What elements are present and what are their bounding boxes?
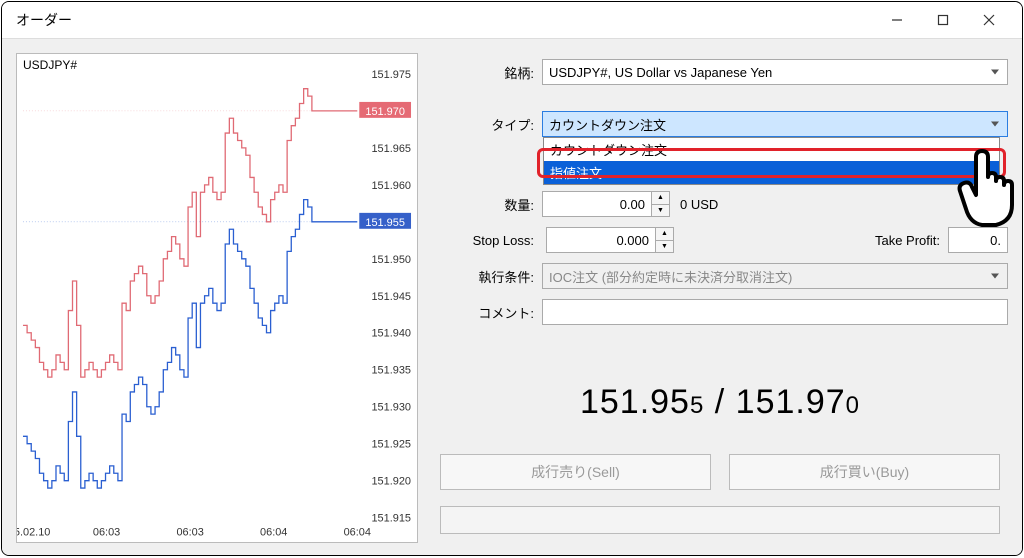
svg-text:2025.02.10: 2025.02.10 (17, 527, 50, 539)
type-option-limit[interactable]: 指値注文 (544, 161, 999, 184)
svg-text:151.925: 151.925 (371, 439, 411, 451)
order-window: オーダー USDJPY# 151.915 151.920 151.925 151.93… (1, 1, 1023, 556)
exec-label: 執行条件: (432, 267, 542, 286)
bid-price-sub: 5 (690, 392, 704, 419)
svg-text:151.960: 151.960 (371, 180, 411, 192)
svg-text:151.930: 151.930 (371, 402, 411, 414)
type-select[interactable]: カウントダウン注文 (542, 111, 1008, 137)
price-display: 151.955 / 151.970 (432, 383, 1008, 422)
sell-button[interactable]: 成行売り(Sell) (440, 454, 711, 490)
symbol-select[interactable]: USDJPY#, US Dollar vs Japanese Yen (542, 59, 1008, 85)
spin-up-icon[interactable]: ▲ (652, 192, 669, 205)
qty-input[interactable] (542, 191, 652, 217)
svg-text:151.915: 151.915 (371, 513, 411, 525)
minimize-button[interactable] (874, 2, 920, 38)
exec-select: IOC注文 (部分約定時に未決済分取消注文) (542, 263, 1008, 289)
sl-input[interactable] (546, 227, 656, 253)
svg-text:06:04: 06:04 (344, 527, 371, 539)
window-title: オーダー (16, 10, 72, 30)
ask-price-sub: 0 (846, 392, 860, 419)
sl-spinner[interactable]: ▲▼ (656, 227, 674, 253)
svg-text:151.955: 151.955 (365, 217, 405, 229)
maximize-button[interactable] (920, 2, 966, 38)
tp-input[interactable] (948, 227, 1008, 253)
symbol-label: 銘柄: (432, 63, 542, 82)
svg-text:151.920: 151.920 (371, 476, 411, 488)
type-option-countdown[interactable]: カウントダウン注文 (544, 138, 999, 161)
price-chart: 151.915 151.920 151.925 151.930 151.935 151.9… (17, 54, 417, 542)
type-dropdown[interactable]: カウントダウン注文 指値注文 (543, 137, 1000, 185)
spin-down-icon[interactable]: ▼ (652, 205, 669, 217)
comment-row: コメント: (432, 297, 1008, 327)
svg-text:06:03: 06:03 (176, 527, 203, 539)
chart-symbol-label: USDJPY# (23, 58, 77, 72)
sl-tp-row: Stop Loss: ▲▼ Take Profit: (432, 225, 1008, 255)
comment-label: コメント: (432, 303, 542, 322)
svg-text:06:03: 06:03 (93, 527, 120, 539)
price-sep: / (704, 383, 735, 421)
type-row: タイプ: カウントダウン注文 (432, 109, 1008, 139)
content: USDJPY# 151.915151.920151.925151.930151.… (2, 39, 1022, 556)
svg-text:151.975: 151.975 (371, 69, 411, 81)
svg-text:151.965: 151.965 (371, 143, 411, 155)
order-buttons: 成行売り(Sell) 成行買い(Buy) (440, 454, 1000, 490)
qty-suffix: 0 USD (670, 197, 718, 212)
window-controls (874, 2, 1012, 38)
chart-panel: USDJPY# 151.915151.920151.925151.930151.… (16, 53, 418, 543)
buy-button[interactable]: 成行買い(Buy) (729, 454, 1000, 490)
tp-label: Take Profit: (867, 233, 948, 248)
qty-row: 数量: ▲▼ 0 USD (432, 189, 1008, 219)
qty-spinner[interactable]: ▲▼ (652, 191, 670, 217)
titlebar: オーダー (2, 2, 1022, 39)
svg-text:151.940: 151.940 (371, 328, 411, 340)
order-form: 銘柄: USDJPY#, US Dollar vs Japanese Yen タ… (432, 53, 1008, 543)
svg-text:151.935: 151.935 (371, 365, 411, 377)
symbol-row: 銘柄: USDJPY#, US Dollar vs Japanese Yen (432, 57, 1008, 87)
svg-text:151.945: 151.945 (371, 291, 411, 303)
type-label: タイプ: (432, 115, 542, 134)
status-strip (440, 506, 1000, 534)
svg-text:151.970: 151.970 (365, 106, 405, 118)
spin-down-icon[interactable]: ▼ (656, 241, 673, 253)
comment-input[interactable] (542, 299, 1008, 325)
bid-price-main: 151.95 (580, 383, 690, 421)
sl-label: Stop Loss: (432, 233, 542, 248)
svg-text:151.950: 151.950 (371, 254, 411, 266)
close-button[interactable] (966, 2, 1012, 38)
svg-text:06:04: 06:04 (260, 527, 287, 539)
ask-price-main: 151.97 (736, 383, 846, 421)
qty-label: 数量: (432, 195, 542, 214)
spin-up-icon[interactable]: ▲ (656, 228, 673, 241)
exec-row: 執行条件: IOC注文 (部分約定時に未決済分取消注文) (432, 261, 1008, 291)
